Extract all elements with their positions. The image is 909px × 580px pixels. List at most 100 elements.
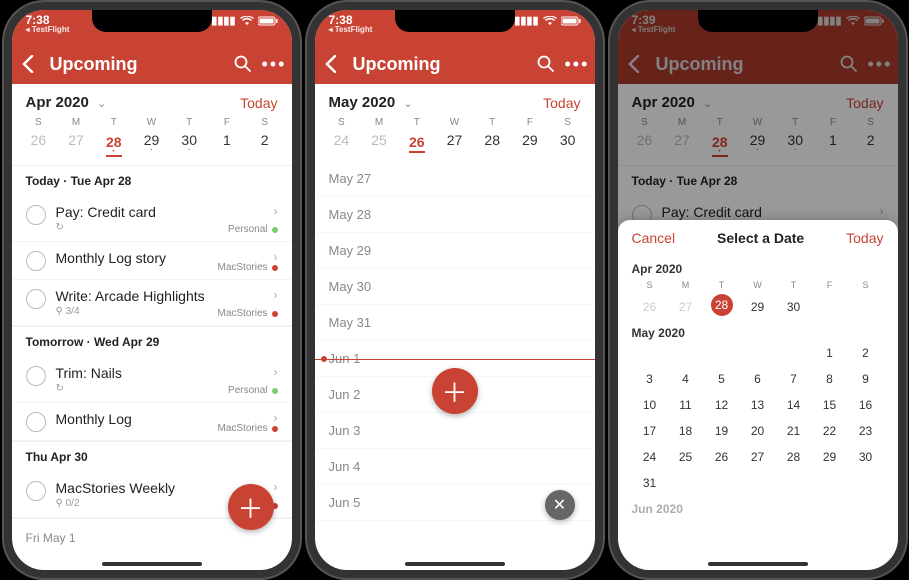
cancel-button[interactable]: Cancel	[632, 230, 676, 246]
day-cell[interactable]: 1	[208, 132, 246, 157]
day-cell[interactable]: 28	[95, 132, 133, 157]
day-cell[interactable]: 26	[626, 132, 664, 157]
calendar-day[interactable]: 1	[812, 340, 848, 366]
calendar-day[interactable]: 25	[668, 444, 704, 470]
task-checkbox[interactable]	[26, 205, 46, 225]
more-icon[interactable]: •••	[565, 54, 585, 75]
month-picker[interactable]: Apr 2020 ⌄	[26, 94, 107, 111]
back-icon[interactable]	[22, 55, 42, 73]
day-row[interactable]: May 27	[315, 161, 595, 197]
back-icon[interactable]	[325, 55, 345, 73]
calendar-day[interactable]: 5	[704, 366, 740, 392]
task-checkbox[interactable]	[26, 481, 46, 501]
calendar-day[interactable]: 11	[668, 392, 704, 418]
day-cell[interactable]: 24	[323, 132, 361, 153]
calendar-day[interactable]: 23	[848, 418, 884, 444]
calendar-day[interactable]: 28	[776, 444, 812, 470]
day-cell[interactable]: 27	[57, 132, 95, 157]
today-link[interactable]: Today	[240, 95, 277, 111]
day-cell[interactable]: 28	[473, 132, 511, 153]
calendar-day[interactable]: 27	[668, 294, 704, 320]
calendar-day[interactable]: 19	[704, 418, 740, 444]
today-button[interactable]: Today	[846, 230, 883, 246]
calendar-day[interactable]: 4	[668, 366, 704, 392]
day-cell[interactable]: 26	[398, 132, 436, 153]
day-cell[interactable]: 25	[360, 132, 398, 153]
calendar-day[interactable]: 22	[812, 418, 848, 444]
calendar-day[interactable]: 26	[704, 444, 740, 470]
day-row[interactable]: May 28	[315, 197, 595, 233]
day-cell[interactable]: 29	[133, 132, 171, 157]
task-checkbox[interactable]	[26, 289, 46, 309]
calendar-day[interactable]: 24	[632, 444, 668, 470]
day-cell[interactable]: 27	[436, 132, 474, 153]
calendar-day[interactable]: 2	[848, 340, 884, 366]
task-checkbox[interactable]	[26, 412, 46, 432]
calendar-day[interactable]: 15	[812, 392, 848, 418]
calendar-day[interactable]: 14	[776, 392, 812, 418]
calendar-day[interactable]: 10	[632, 392, 668, 418]
calendar-day[interactable]: 28	[711, 294, 733, 316]
day-row[interactable]: May 30	[315, 269, 595, 305]
task-row[interactable]: Monthly Log story › MacStories	[12, 242, 292, 280]
calendar-day[interactable]: 18	[668, 418, 704, 444]
search-icon[interactable]	[840, 55, 860, 73]
calendar-day[interactable]: 31	[632, 470, 668, 496]
back-icon[interactable]	[628, 55, 648, 73]
calendar-day[interactable]: 9	[848, 366, 884, 392]
calendar-day[interactable]: 3	[632, 366, 668, 392]
day-cell[interactable]: 28	[701, 132, 739, 157]
calendar-day[interactable]: 29	[740, 294, 776, 320]
home-indicator[interactable]	[102, 562, 202, 566]
day-cell[interactable]: 1	[814, 132, 852, 157]
day-cell[interactable]: 30	[170, 132, 208, 157]
day-row[interactable]: May 31	[315, 305, 595, 341]
calendar-day[interactable]: 27	[740, 444, 776, 470]
day-cell[interactable]: 2	[246, 132, 284, 157]
home-indicator[interactable]	[405, 562, 505, 566]
calendar-day[interactable]: 16	[848, 392, 884, 418]
breadcrumb[interactable]: ◂ TestFlight	[632, 26, 676, 34]
day-cell[interactable]: 30	[549, 132, 587, 153]
calendar-day[interactable]: 20	[740, 418, 776, 444]
search-icon[interactable]	[234, 55, 254, 73]
day-cell[interactable]: 29	[739, 132, 777, 157]
day-row[interactable]: Jun 3	[315, 413, 595, 449]
more-icon[interactable]: •••	[262, 54, 282, 75]
more-icon[interactable]: •••	[868, 54, 888, 75]
today-link[interactable]: Today	[543, 95, 580, 111]
breadcrumb[interactable]: ◂ TestFlight	[329, 26, 373, 34]
day-cell[interactable]: 30	[776, 132, 814, 157]
add-task-button[interactable]: ＋	[228, 484, 274, 530]
task-checkbox[interactable]	[26, 251, 46, 271]
calendar-day[interactable]: 30	[776, 294, 812, 320]
close-button[interactable]: ✕	[545, 490, 575, 520]
day-row[interactable]: Jun 4	[315, 449, 595, 485]
search-icon[interactable]	[537, 55, 557, 73]
month-picker[interactable]: Apr 2020 ⌄	[632, 94, 713, 111]
calendar-day[interactable]: 13	[740, 392, 776, 418]
day-row[interactable]: May 29	[315, 233, 595, 269]
calendar-day[interactable]: 26	[632, 294, 668, 320]
today-link[interactable]: Today	[846, 95, 883, 111]
task-row[interactable]: Write: Arcade Highlights ⚲ 3/4 › MacStor…	[12, 280, 292, 326]
calendar-day[interactable]: 17	[632, 418, 668, 444]
calendar-day[interactable]: 7	[776, 366, 812, 392]
home-indicator[interactable]	[708, 562, 808, 566]
calendar-day[interactable]: 6	[740, 366, 776, 392]
day-cell[interactable]: 26	[20, 132, 58, 157]
task-row[interactable]: Monthly Log › MacStories	[12, 403, 292, 441]
breadcrumb[interactable]: ◂ TestFlight	[26, 26, 70, 34]
task-row[interactable]: Trim: Nails ↻ › Personal	[12, 357, 292, 403]
calendar-day[interactable]: 30	[848, 444, 884, 470]
task-row[interactable]: Pay: Credit card ↻ › Personal	[12, 196, 292, 242]
day-cell[interactable]: 29	[511, 132, 549, 153]
day-cell[interactable]: 27	[663, 132, 701, 157]
month-picker[interactable]: May 2020 ⌄	[329, 94, 413, 111]
calendar-day[interactable]: 12	[704, 392, 740, 418]
add-task-button[interactable]: ＋	[432, 368, 478, 414]
calendar-day[interactable]: 21	[776, 418, 812, 444]
calendar-day[interactable]: 8	[812, 366, 848, 392]
day-cell[interactable]: 2	[852, 132, 890, 157]
calendar-day[interactable]: 29	[812, 444, 848, 470]
